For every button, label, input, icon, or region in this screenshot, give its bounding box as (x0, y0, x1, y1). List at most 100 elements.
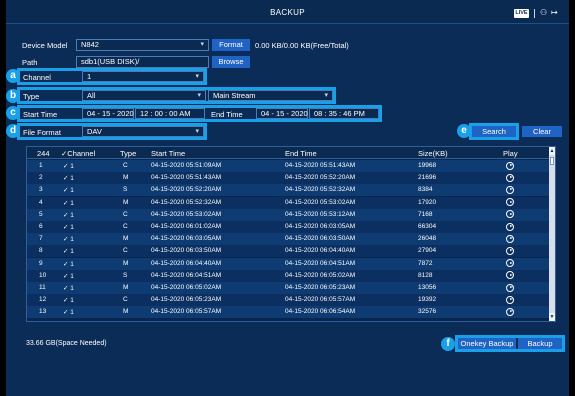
cell-index: 9 (39, 259, 43, 267)
cell-channel: ✓ 1 (63, 272, 74, 280)
cell-end-time: 04-15-2020 06:03:50AM (285, 235, 356, 243)
table-row[interactable]: 6 ✓ 1 C 04-15-2020 06:01:02AM 04-15-2020 06:… (27, 221, 551, 233)
play-icon[interactable] (506, 185, 514, 194)
cell-channel: ✓ 1 (63, 309, 74, 317)
header-channel[interactable]: ✓Channel (61, 149, 95, 158)
cell-index: 7 (39, 235, 43, 243)
stream-select[interactable]: Main Stream (208, 90, 333, 101)
start-time-field[interactable]: 12 : 00 : 00 AM (135, 108, 205, 119)
cell-type: S (123, 271, 128, 279)
path-field[interactable]: sdb1(USB DISK)/ (76, 56, 209, 68)
cell-start-time: 04-15-2020 06:05:23AM (151, 296, 222, 304)
type-label: Type (23, 92, 40, 101)
cell-index: 5 (39, 210, 43, 218)
table-row[interactable]: 7 ✓ 1 M 04-15-2020 06:03:05AM 04-15-2020 06:… (27, 233, 551, 246)
play-icon[interactable] (506, 307, 514, 316)
play-icon[interactable] (506, 271, 514, 280)
onekey-backup-button[interactable]: Onekey Backup (458, 338, 516, 349)
cell-start-time: 04-15-2020 06:05:57AM (151, 308, 222, 316)
cell-channel: ✓ 1 (63, 285, 74, 292)
cell-channel: ✓ 1 (63, 187, 74, 195)
cell-end-time: 04-15-2020 06:05:57AM (285, 296, 356, 304)
table-row[interactable]: 4 ✓ 1 M 04-15-2020 05:52:32AM 04-15-2020 05:… (27, 196, 551, 209)
play-icon[interactable] (506, 246, 514, 255)
table-row[interactable]: 13 ✓ 1 M 04-15-2020 06:05:57AM 04-15-2020 06… (27, 306, 551, 319)
cell-index: 12 (39, 296, 47, 304)
channel-select[interactable]: 1 (82, 71, 204, 82)
start-date-field[interactable]: 04 - 15 - 2020 (82, 108, 134, 119)
cell-start-time: 04-15-2020 06:01:02AM (151, 223, 222, 230)
table-row[interactable]: 3 ✓ 1 S 04-15-2020 05:52:20AM 04-15-2020 05:… (27, 184, 551, 197)
user-icon[interactable]: ⚇ (540, 8, 547, 18)
play-icon[interactable] (506, 161, 514, 170)
cell-type: C (123, 210, 128, 218)
header-type: Type (120, 149, 137, 158)
cell-end-time: 04-15-2020 06:03:05AM (285, 223, 356, 230)
format-button[interactable]: Format (212, 39, 250, 51)
cell-index: 11 (39, 284, 46, 291)
table-scrollbar[interactable]: ▲ ▼ (549, 147, 555, 321)
backup-button[interactable]: Backup (518, 338, 562, 349)
cell-start-time: 04-15-2020 06:03:05AM (151, 235, 222, 243)
play-icon[interactable] (506, 173, 514, 182)
cell-index: 1 (39, 162, 43, 169)
table-row[interactable]: 12 ✓ 1 C 04-15-2020 06:05:23AM 04-15-2020 06… (27, 294, 551, 307)
header-size: Size(KB) (418, 149, 448, 158)
device-model-select[interactable]: N842 (76, 39, 209, 51)
clear-button[interactable]: Clear (522, 126, 562, 137)
logout-icon[interactable]: ↦ (551, 8, 558, 18)
cell-channel: ✓ 1 (63, 175, 74, 183)
cell-type: M (123, 308, 129, 316)
scroll-down-icon[interactable]: ▼ (549, 313, 555, 321)
cell-start-time: 04-15-2020 05:51:09AM (151, 162, 222, 169)
cell-channel: ✓ 1 (63, 236, 74, 244)
table-row[interactable]: 10 ✓ 1 S 04-15-2020 06:04:51AM 04-15-2020 06… (27, 269, 551, 282)
cell-start-time: 04-15-2020 05:51:43AM (151, 174, 222, 182)
cell-type: M (123, 259, 129, 267)
play-icon[interactable] (506, 234, 514, 243)
play-icon[interactable] (506, 259, 514, 268)
play-icon[interactable] (506, 210, 514, 219)
cell-end-time: 04-15-2020 06:05:02AM (285, 271, 356, 279)
search-button[interactable]: Search (472, 126, 516, 137)
cell-end-time: 04-15-2020 06:05:23AM (285, 284, 356, 291)
cell-index: 8 (39, 247, 43, 255)
cell-index: 3 (39, 186, 43, 194)
cell-index: 13 (39, 308, 47, 316)
play-icon[interactable] (506, 283, 514, 292)
end-date-field[interactable]: 04 - 15 - 2020 (256, 108, 308, 119)
record-table: 244 ✓Channel Type Start Time End Time Si… (26, 146, 556, 322)
live-button[interactable]: LIVE (514, 9, 529, 18)
title-bar: BACKUP LIVE ⚇ ↦ (6, 0, 569, 24)
cell-start-time: 04-15-2020 06:04:40AM (151, 259, 222, 267)
scroll-up-icon[interactable]: ▲ (549, 147, 555, 155)
cell-size: 17920 (418, 198, 437, 206)
cell-type: C (123, 296, 128, 304)
cell-size: 8384 (418, 186, 433, 194)
cell-end-time: 04-15-2020 05:53:02AM (285, 198, 356, 206)
play-icon[interactable] (506, 295, 514, 304)
table-row[interactable]: 2 ✓ 1 M 04-15-2020 05:51:43AM 04-15-2020 05:… (27, 172, 551, 185)
cell-end-time: 04-15-2020 05:52:32AM (285, 186, 356, 194)
table-row[interactable]: 1 ✓ 1 C 04-15-2020 05:51:09AM 04-15-2020 05:… (27, 160, 551, 172)
file-format-select[interactable]: DAV (82, 126, 204, 137)
scroll-thumb[interactable] (550, 157, 554, 165)
cell-size: 26048 (418, 235, 437, 243)
type-select[interactable]: All (82, 90, 206, 101)
space-needed-text: 33.66 GB(Space Needed) (26, 340, 107, 347)
backup-window: BACKUP LIVE ⚇ ↦ Device Model N842 Format… (0, 0, 575, 396)
start-time-label: Start Time (23, 110, 58, 119)
cell-end-time: 04-15-2020 05:51:43AM (285, 162, 356, 169)
table-row[interactable]: 8 ✓ 1 C 04-15-2020 06:03:50AM 04-15-2020 06:… (27, 245, 551, 258)
play-icon[interactable] (506, 222, 514, 231)
cell-start-time: 04-15-2020 06:05:02AM (151, 284, 222, 291)
table-row[interactable]: 11 ✓ 1 M 04-15-2020 06:05:02AM 04-15-2020 06… (27, 282, 551, 294)
end-time-field[interactable]: 08 : 35 : 46 PM (309, 108, 379, 119)
cell-start-time: 04-15-2020 05:53:02AM (151, 210, 222, 218)
cell-type: M (123, 174, 129, 182)
table-row[interactable]: 5 ✓ 1 C 04-15-2020 05:53:02AM 04-15-2020 05:… (27, 208, 551, 221)
cell-channel: ✓ 1 (63, 297, 74, 305)
play-icon[interactable] (506, 198, 514, 207)
table-row[interactable]: 9 ✓ 1 M 04-15-2020 06:04:40AM 04-15-2020 06:… (27, 257, 551, 270)
browse-button[interactable]: Browse (212, 56, 250, 68)
